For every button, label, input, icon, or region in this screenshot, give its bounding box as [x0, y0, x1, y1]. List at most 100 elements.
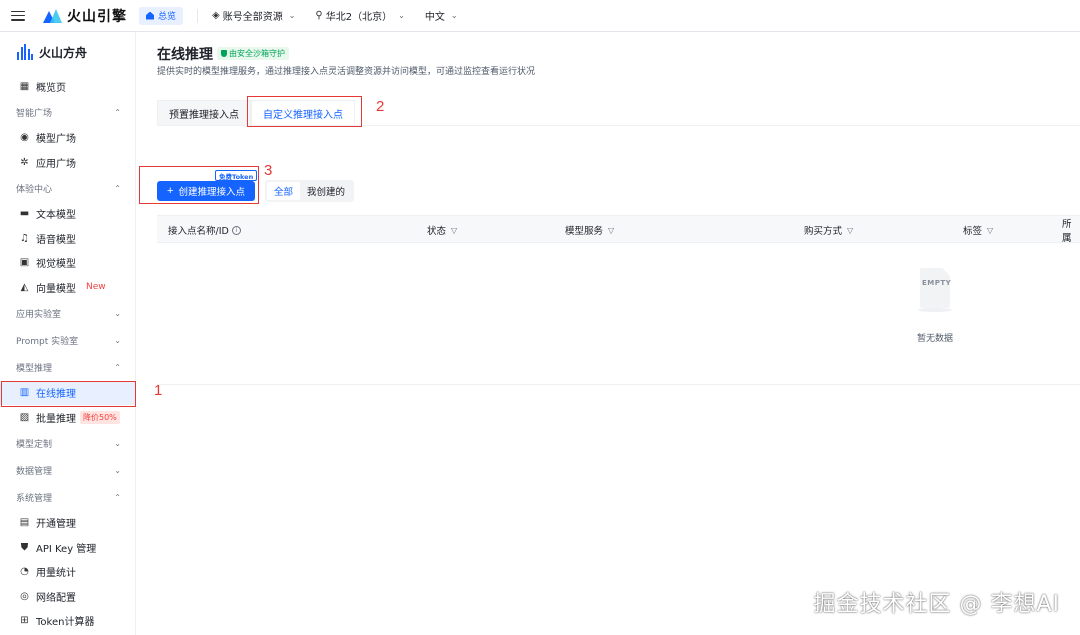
- tab-preset-endpoint[interactable]: 预置推理接入点: [157, 100, 251, 126]
- annotation-number-3: 3: [264, 162, 273, 179]
- sidebar-item-text-model[interactable]: ▬ 文本模型: [0, 202, 135, 227]
- sidebar-item-vector-model[interactable]: ◭ 向量模型 New: [0, 275, 135, 300]
- filter-mine[interactable]: 我创建的: [300, 182, 352, 200]
- sidebar: 火山方舟 ▦ 概览页 智能广场 ⌃ ◉ 模型广场 ✲ 应用广场 体验中心 ⌃ ▬…: [0, 32, 136, 635]
- gauge-icon: ◔: [20, 566, 29, 578]
- sidebar-item-label: 文本模型: [36, 210, 76, 222]
- text-icon: ▬: [19, 208, 30, 220]
- region-select[interactable]: ⚲ 华北2（北京） ⌄: [315, 8, 404, 23]
- filter-all[interactable]: 全部: [267, 182, 301, 200]
- sidebar-group-label: 应用实验室: [16, 309, 62, 320]
- discount-badge: 降价50%: [80, 410, 120, 424]
- app-icon: ✲: [20, 156, 29, 168]
- filter-icon[interactable]: ▽: [847, 226, 853, 235]
- column-label: 接入点名称/ID: [168, 226, 229, 237]
- annotation-number-1: 1: [154, 382, 163, 399]
- free-token-badge: 免费Token: [215, 170, 258, 181]
- sidebar-item-api-key[interactable]: ⛊ API Key 管理: [0, 535, 135, 560]
- create-endpoint-label: 创建推理接入点: [178, 187, 245, 198]
- table-header: 接入点名称/ID i 状态 ▽ 模型服务 ▽ 购买方式 ▽ 标签 ▽ 所属: [157, 215, 1080, 244]
- calculator-icon: ⊞: [20, 615, 29, 627]
- column-purchase-method[interactable]: 购买方式 ▽: [804, 216, 853, 244]
- bar-chart-icon: ▥: [19, 387, 30, 399]
- batch-icon: ▨: [19, 411, 30, 423]
- empty-state-text: 暂无数据: [916, 334, 953, 344]
- sidebar-item-network[interactable]: ◎ 网络配置: [0, 584, 135, 609]
- sidebar-group-data[interactable]: 数据管理 ⌄: [0, 457, 135, 484]
- sidebar-item-activation[interactable]: ▤ 开通管理: [0, 511, 135, 536]
- clipboard-icon: ▤: [19, 517, 30, 529]
- create-endpoint-button[interactable]: + 创建推理接入点: [157, 181, 255, 201]
- sidebar-item-label: 开通管理: [36, 519, 76, 531]
- sidebar-group-experience[interactable]: 体验中心 ⌃: [0, 175, 135, 202]
- sidebar-item-voice-model[interactable]: ♫ 语音模型: [0, 226, 135, 251]
- column-label: 状态: [427, 226, 447, 237]
- chevron-up-icon: ⌃: [114, 107, 121, 117]
- chevron-down-icon: ⌄: [288, 11, 296, 20]
- menu-icon[interactable]: [11, 10, 25, 21]
- volcano-logo-icon: [43, 8, 63, 23]
- sidebar-group-label: Prompt 实验室: [16, 336, 79, 347]
- info-icon[interactable]: i: [231, 225, 241, 235]
- filter-icon[interactable]: ▽: [451, 226, 457, 235]
- language-label: 中文: [424, 12, 445, 23]
- sidebar-group-label: 数据管理: [16, 466, 53, 477]
- column-tags[interactable]: 标签 ▽: [963, 216, 993, 244]
- sidebar-group-inference[interactable]: 模型推理 ⌃: [0, 354, 135, 381]
- globe-icon: ◎: [20, 590, 29, 602]
- filter-icon[interactable]: ▽: [987, 226, 993, 235]
- column-endpoint-name[interactable]: 接入点名称/ID i: [168, 216, 241, 244]
- sidebar-brand[interactable]: 火山方舟: [0, 32, 135, 72]
- sidebar-item-label: 网络配置: [36, 592, 76, 604]
- sidebar-group-system[interactable]: 系统管理 ⌃: [0, 484, 135, 511]
- sidebar-item-usage[interactable]: ◔ 用量统计: [0, 560, 135, 585]
- safe-tag-label: 由安全沙箱守护: [229, 49, 285, 58]
- sidebar-item-online-inference[interactable]: ▥ 在线推理: [0, 380, 135, 405]
- safe-sandbox-tag: 由安全沙箱守护: [217, 47, 289, 60]
- sidebar-group-label: 体验中心: [16, 184, 53, 195]
- column-label: 所属: [1062, 219, 1072, 244]
- chevron-down-icon: ⌄: [114, 438, 121, 448]
- sidebar-group-custom[interactable]: 模型定制 ⌄: [0, 430, 135, 457]
- chevron-down-icon: ⌄: [114, 465, 121, 475]
- empty-image-text: EMPTY: [922, 279, 952, 287]
- sidebar-group-smart[interactable]: 智能广场 ⌃: [0, 99, 135, 126]
- column-owner[interactable]: 所属: [1062, 216, 1080, 244]
- brand[interactable]: 火山引擎: [43, 6, 127, 26]
- column-label: 标签: [963, 226, 983, 237]
- location-icon: ⚲: [315, 10, 323, 21]
- sidebar-group-label: 模型定制: [16, 439, 53, 450]
- sidebar-item-batch-inference[interactable]: ▨ 批量推理 降价50%: [0, 405, 135, 430]
- column-model-service[interactable]: 模型服务 ▽: [565, 216, 614, 244]
- tab-custom-endpoint[interactable]: 自定义推理接入点: [251, 100, 355, 126]
- sidebar-item-label: 视觉模型: [36, 259, 76, 271]
- sidebar-item-label: 模型广场: [36, 134, 76, 146]
- sidebar-group-label: 智能广场: [16, 108, 53, 119]
- ark-logo-icon: [17, 44, 33, 60]
- column-status[interactable]: 状态 ▽: [427, 216, 457, 244]
- sidebar-item-label: Token计算器: [36, 617, 95, 629]
- main-content: 在线推理 由安全沙箱守护 提供实时的模型推理服务，通过推理接入点灵活调整资源并访…: [137, 32, 1080, 635]
- sidebar-item-label: 在线推理: [36, 389, 76, 401]
- language-select[interactable]: 中文 ⌄: [425, 8, 458, 23]
- sidebar-item-label: 概览页: [36, 82, 66, 94]
- image-icon: ▣: [19, 257, 30, 269]
- sidebar-item-overview[interactable]: ▦ 概览页: [0, 74, 135, 99]
- top-bar: 火山引擎 总览 ◈ 账号全部资源 ⌄ ⚲ 华北2（北京） ⌄ 中文 ⌄: [0, 0, 1080, 32]
- filter-icon[interactable]: ▽: [608, 226, 614, 235]
- table-bottom-border: [157, 384, 1080, 385]
- chevron-down-icon: ⌄: [114, 335, 121, 345]
- sidebar-item-app-square[interactable]: ✲ 应用广场: [0, 150, 135, 175]
- sidebar-group-prompt-lab[interactable]: Prompt 实验室 ⌄: [0, 327, 135, 354]
- chevron-down-icon: ⌄: [450, 11, 458, 20]
- sidebar-item-vision-model[interactable]: ▣ 视觉模型: [0, 251, 135, 276]
- home-button[interactable]: 总览: [139, 6, 184, 25]
- sidebar-item-label: 应用广场: [36, 158, 76, 170]
- dashboard-icon: ▦: [19, 80, 30, 92]
- sidebar-item-label: 向量模型: [36, 283, 76, 295]
- account-scope-select[interactable]: ◈ 账号全部资源 ⌄: [212, 8, 295, 23]
- sidebar-item-model-square[interactable]: ◉ 模型广场: [0, 126, 135, 151]
- chevron-up-icon: ⌃: [114, 183, 121, 193]
- sidebar-group-app-lab[interactable]: 应用实验室 ⌄: [0, 300, 135, 327]
- sidebar-item-token-calc[interactable]: ⊞ Token计算器: [0, 609, 135, 634]
